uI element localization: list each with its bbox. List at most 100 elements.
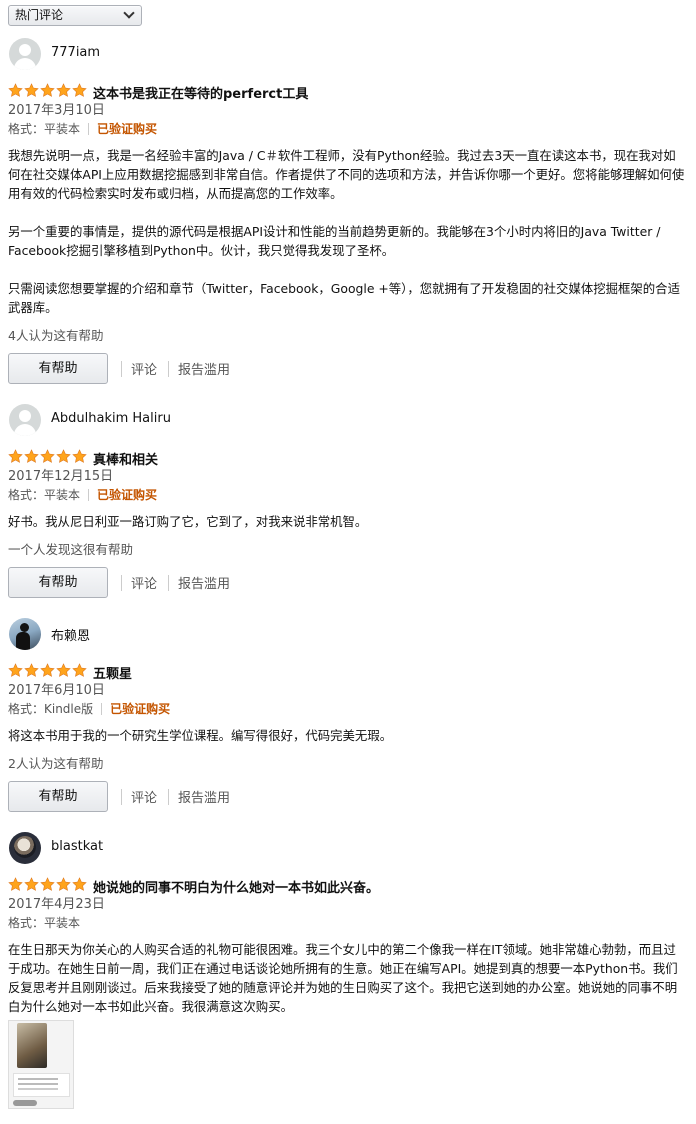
review-author[interactable]: 布赖恩 <box>8 618 688 650</box>
review-paragraph: 好书。我从尼日利亚一路订购了它，它到了，对我来说非常机智。 <box>8 514 368 529</box>
review-title[interactable]: 这本书是我正在等待的perferct工具 <box>93 83 308 102</box>
author-name[interactable]: blastkat <box>51 839 103 854</box>
divider <box>88 123 90 135</box>
format-label: 格式：平装本 <box>8 916 81 930</box>
review: Abdulhakim Haliru 真棒和相关 2017年12月15日 格式：平… <box>8 404 688 599</box>
star-icon <box>24 449 39 463</box>
photo-content <box>17 1023 47 1068</box>
review-date: 2017年4月23日 <box>8 897 105 912</box>
comment-link[interactable]: 评论 <box>131 787 157 806</box>
star-icon <box>8 877 23 891</box>
format-label: 格式：平装本 <box>8 488 81 502</box>
sort-dropdown-label: 热门评论 <box>15 8 64 22</box>
review-body: 在生日那天为你关心的人购买合适的礼物可能很困难。我三个女儿中的第二个像我一样在I… <box>8 940 688 1016</box>
star-icon <box>72 449 87 463</box>
avatar <box>9 38 41 70</box>
verified-purchase-badge[interactable]: 已验证购买 <box>110 702 170 716</box>
review-body: 好书。我从尼日利亚一路订购了它，它到了，对我来说非常机智。 <box>8 512 688 531</box>
star-icon <box>8 83 23 97</box>
helpful-count: 一个人发现这很有帮助 <box>8 542 134 557</box>
review-image-thumbnail[interactable] <box>8 1020 74 1109</box>
divider <box>168 575 169 591</box>
format-line: 格式：平装本 已验证购买 <box>8 486 688 504</box>
avatar <box>9 832 41 864</box>
format-label: 格式：Kindle版 <box>8 702 94 716</box>
star-rating[interactable] <box>8 83 87 98</box>
helpful-count: 2人认为这有帮助 <box>8 756 104 771</box>
helpful-count: 4人认为这有帮助 <box>8 328 104 343</box>
review-title[interactable]: 真棒和相关 <box>93 449 158 468</box>
star-icon <box>8 663 23 677</box>
divider <box>168 361 169 377</box>
star-icon <box>40 449 55 463</box>
star-icon <box>24 877 39 891</box>
review-paragraph: 在生日那天为你关心的人购买合适的礼物可能很困难。我三个女儿中的第二个像我一样在I… <box>8 942 678 1014</box>
avatar <box>9 404 41 436</box>
review: 777iam 这本书是我正在等待的perferct工具 2017年3月10日 格… <box>8 38 688 385</box>
review-actions: 有帮助 评论 报告滥用 <box>8 781 688 813</box>
review-paragraph: 只需阅读您想要掌握的介绍和章节（Twitter，Facebook，Google … <box>8 281 680 315</box>
star-rating[interactable] <box>8 663 87 678</box>
chevron-down-icon <box>123 7 135 19</box>
helpful-button[interactable]: 有帮助 <box>8 781 108 812</box>
star-icon <box>56 663 71 677</box>
review-author[interactable]: Abdulhakim Haliru <box>8 404 688 436</box>
review-date: 2017年3月10日 <box>8 103 105 118</box>
review-paragraph: 我想先说明一点，我是一名经验丰富的Java / C＃软件工程师，没有Python… <box>8 148 685 201</box>
verified-purchase-badge[interactable]: 已验证购买 <box>97 488 157 502</box>
star-icon <box>8 449 23 463</box>
review: 布赖恩 五颗星 2017年6月10日 格式：Kindle版 已验证购买 将这本书用… <box>8 618 688 813</box>
review-body: 将这本书用于我的一个研究生学位课程。编写得很好，代码完美无瑕。 <box>8 726 688 745</box>
review-actions: 有帮助 评论 报告滥用 <box>8 353 688 385</box>
photo-content <box>13 1100 37 1106</box>
review-author[interactable]: blastkat <box>8 832 688 864</box>
review: blastkat 她说她的同事不明白为什么她对一本书如此兴奋。 2017年4月2… <box>8 832 688 1016</box>
divider <box>88 489 90 501</box>
author-name[interactable]: 布赖恩 <box>51 625 90 644</box>
review-title[interactable]: 五颗星 <box>93 663 132 682</box>
review-body: 我想先说明一点，我是一名经验丰富的Java / C＃软件工程师，没有Python… <box>8 146 688 317</box>
divider <box>101 703 103 715</box>
review-actions: 有帮助 评论 报告滥用 <box>8 567 688 599</box>
star-icon <box>56 83 71 97</box>
star-icon <box>72 663 87 677</box>
star-icon <box>24 663 39 677</box>
star-icon <box>56 449 71 463</box>
star-icon <box>40 83 55 97</box>
format-line: 格式：平装本 <box>8 914 688 932</box>
report-abuse-link[interactable]: 报告滥用 <box>178 787 230 806</box>
star-icon <box>40 663 55 677</box>
review-paragraph: 将这本书用于我的一个研究生学位课程。编写得很好，代码完美无瑕。 <box>8 728 393 743</box>
comment-link[interactable]: 评论 <box>131 573 157 592</box>
comment-link[interactable]: 评论 <box>131 359 157 378</box>
format-line: 格式：Kindle版 已验证购买 <box>8 700 688 718</box>
format-line: 格式：平装本 已验证购买 <box>8 120 688 138</box>
star-icon <box>72 83 87 97</box>
star-icon <box>56 877 71 891</box>
divider <box>168 789 169 805</box>
sort-dropdown[interactable]: 热门评论 <box>8 5 142 26</box>
divider <box>121 575 122 591</box>
review-date: 2017年6月10日 <box>8 683 105 698</box>
format-label: 格式：平装本 <box>8 122 81 136</box>
review-paragraph: 另一个重要的事情是，提供的源代码是根据API设计和性能的当前趋势更新的。我能够在… <box>8 224 661 258</box>
star-rating[interactable] <box>8 449 87 464</box>
helpful-button[interactable]: 有帮助 <box>8 567 108 598</box>
author-name[interactable]: Abdulhakim Haliru <box>51 411 171 426</box>
review-date: 2017年12月15日 <box>8 469 114 484</box>
author-name[interactable]: 777iam <box>51 45 100 60</box>
divider <box>121 789 122 805</box>
star-rating[interactable] <box>8 877 87 892</box>
review-author[interactable]: 777iam <box>8 38 688 70</box>
star-icon <box>40 877 55 891</box>
report-abuse-link[interactable]: 报告滥用 <box>178 573 230 592</box>
photo-content <box>13 1073 70 1097</box>
divider <box>121 361 122 377</box>
review-title[interactable]: 她说她的同事不明白为什么她对一本书如此兴奋。 <box>93 877 379 896</box>
verified-purchase-badge[interactable]: 已验证购买 <box>97 122 157 136</box>
report-abuse-link[interactable]: 报告滥用 <box>178 359 230 378</box>
star-icon <box>72 877 87 891</box>
star-icon <box>24 83 39 97</box>
avatar <box>9 618 41 650</box>
helpful-button[interactable]: 有帮助 <box>8 353 108 384</box>
